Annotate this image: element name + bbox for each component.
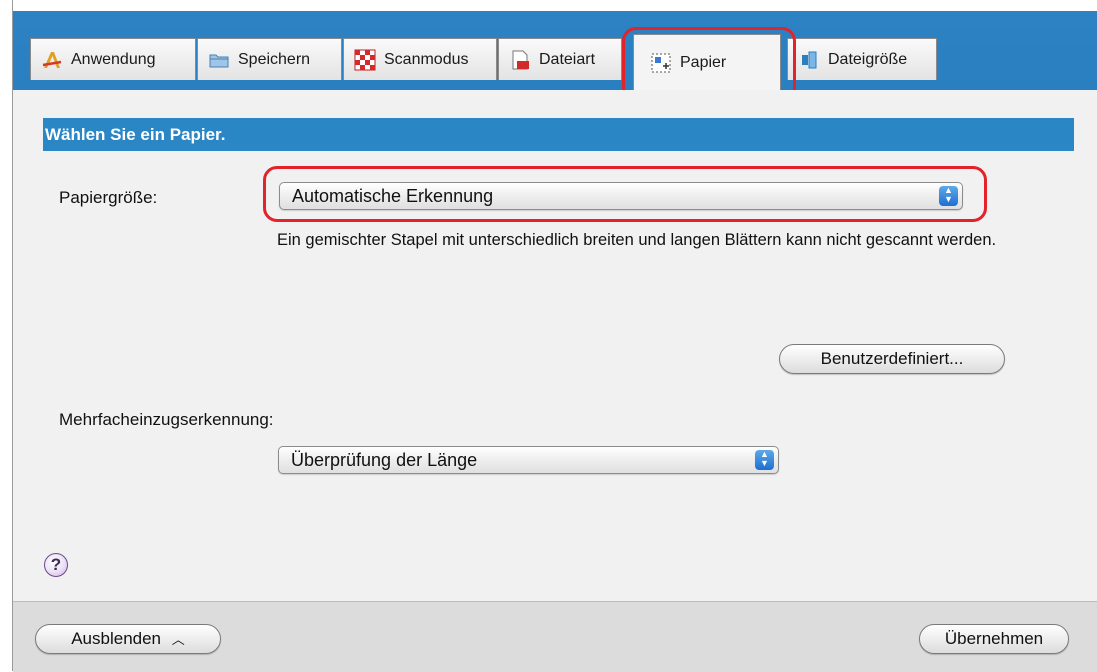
hide-button-label: Ausblenden <box>71 629 162 648</box>
multifeed-label: Mehrfacheinzugserkennung: <box>59 410 274 429</box>
popup-arrows-icon: ▲ ▼ <box>755 450 774 470</box>
tab-label: Anwendung <box>71 50 156 68</box>
tab-label: Papier <box>680 53 727 71</box>
footer-bar: Ausblenden ︿ Übernehmen <box>13 601 1097 672</box>
paper-size-label: Papiergröße: <box>59 188 158 207</box>
scan-settings-window: Anwendung Speichern Scanmodus Dateiart P… <box>12 0 1097 672</box>
help-button[interactable]: ? <box>44 553 68 577</box>
paper-size-value: Automatische Erkennung <box>292 186 494 206</box>
tab-label: Speichern <box>238 50 311 68</box>
folder-icon <box>209 54 229 67</box>
hide-button[interactable]: Ausblenden ︿ <box>35 624 221 654</box>
application-icon <box>42 51 62 68</box>
file-type-icon <box>512 50 529 69</box>
popup-arrows-icon: ▲ ▼ <box>939 186 958 206</box>
top-band <box>13 0 1097 11</box>
scan-mode-icon <box>354 49 376 70</box>
multifeed-value: Überprüfung der Länge <box>291 450 478 470</box>
tab-label: Dateiart <box>539 50 596 68</box>
chevron-up-icon: ︿ <box>171 632 185 647</box>
tab-label: Dateigröße <box>828 50 908 68</box>
tab-papier[interactable]: Papier <box>633 34 781 90</box>
tab-label: Scanmodus <box>384 50 469 68</box>
paper-size-note: Ein gemischter Stapel mit unterschiedlic… <box>277 231 997 249</box>
file-size-icon <box>802 51 817 68</box>
tab-speichern[interactable]: Speichern <box>197 38 342 80</box>
tab-bar: Anwendung Speichern Scanmodus Dateiart P… <box>13 0 1097 90</box>
tab-anwendung[interactable]: Anwendung <box>30 38 196 80</box>
paper-size-select[interactable]: Automatische Erkennung ▲ ▼ <box>279 182 963 210</box>
section-banner: Wählen Sie ein Papier. <box>43 118 1074 151</box>
apply-button[interactable]: Übernehmen <box>919 624 1069 654</box>
paper-settings-panel: Wählen Sie ein Papier. Papiergröße: Auto… <box>13 90 1097 601</box>
custom-size-button[interactable]: Benutzerdefiniert... <box>779 344 1005 374</box>
tab-dateigroesse[interactable]: Dateigröße <box>787 38 937 80</box>
tab-dateiart[interactable]: Dateiart <box>498 38 622 80</box>
multifeed-select[interactable]: Überprüfung der Länge ▲ ▼ <box>278 446 779 474</box>
tab-scanmodus[interactable]: Scanmodus <box>343 38 497 80</box>
paper-icon <box>651 53 671 72</box>
